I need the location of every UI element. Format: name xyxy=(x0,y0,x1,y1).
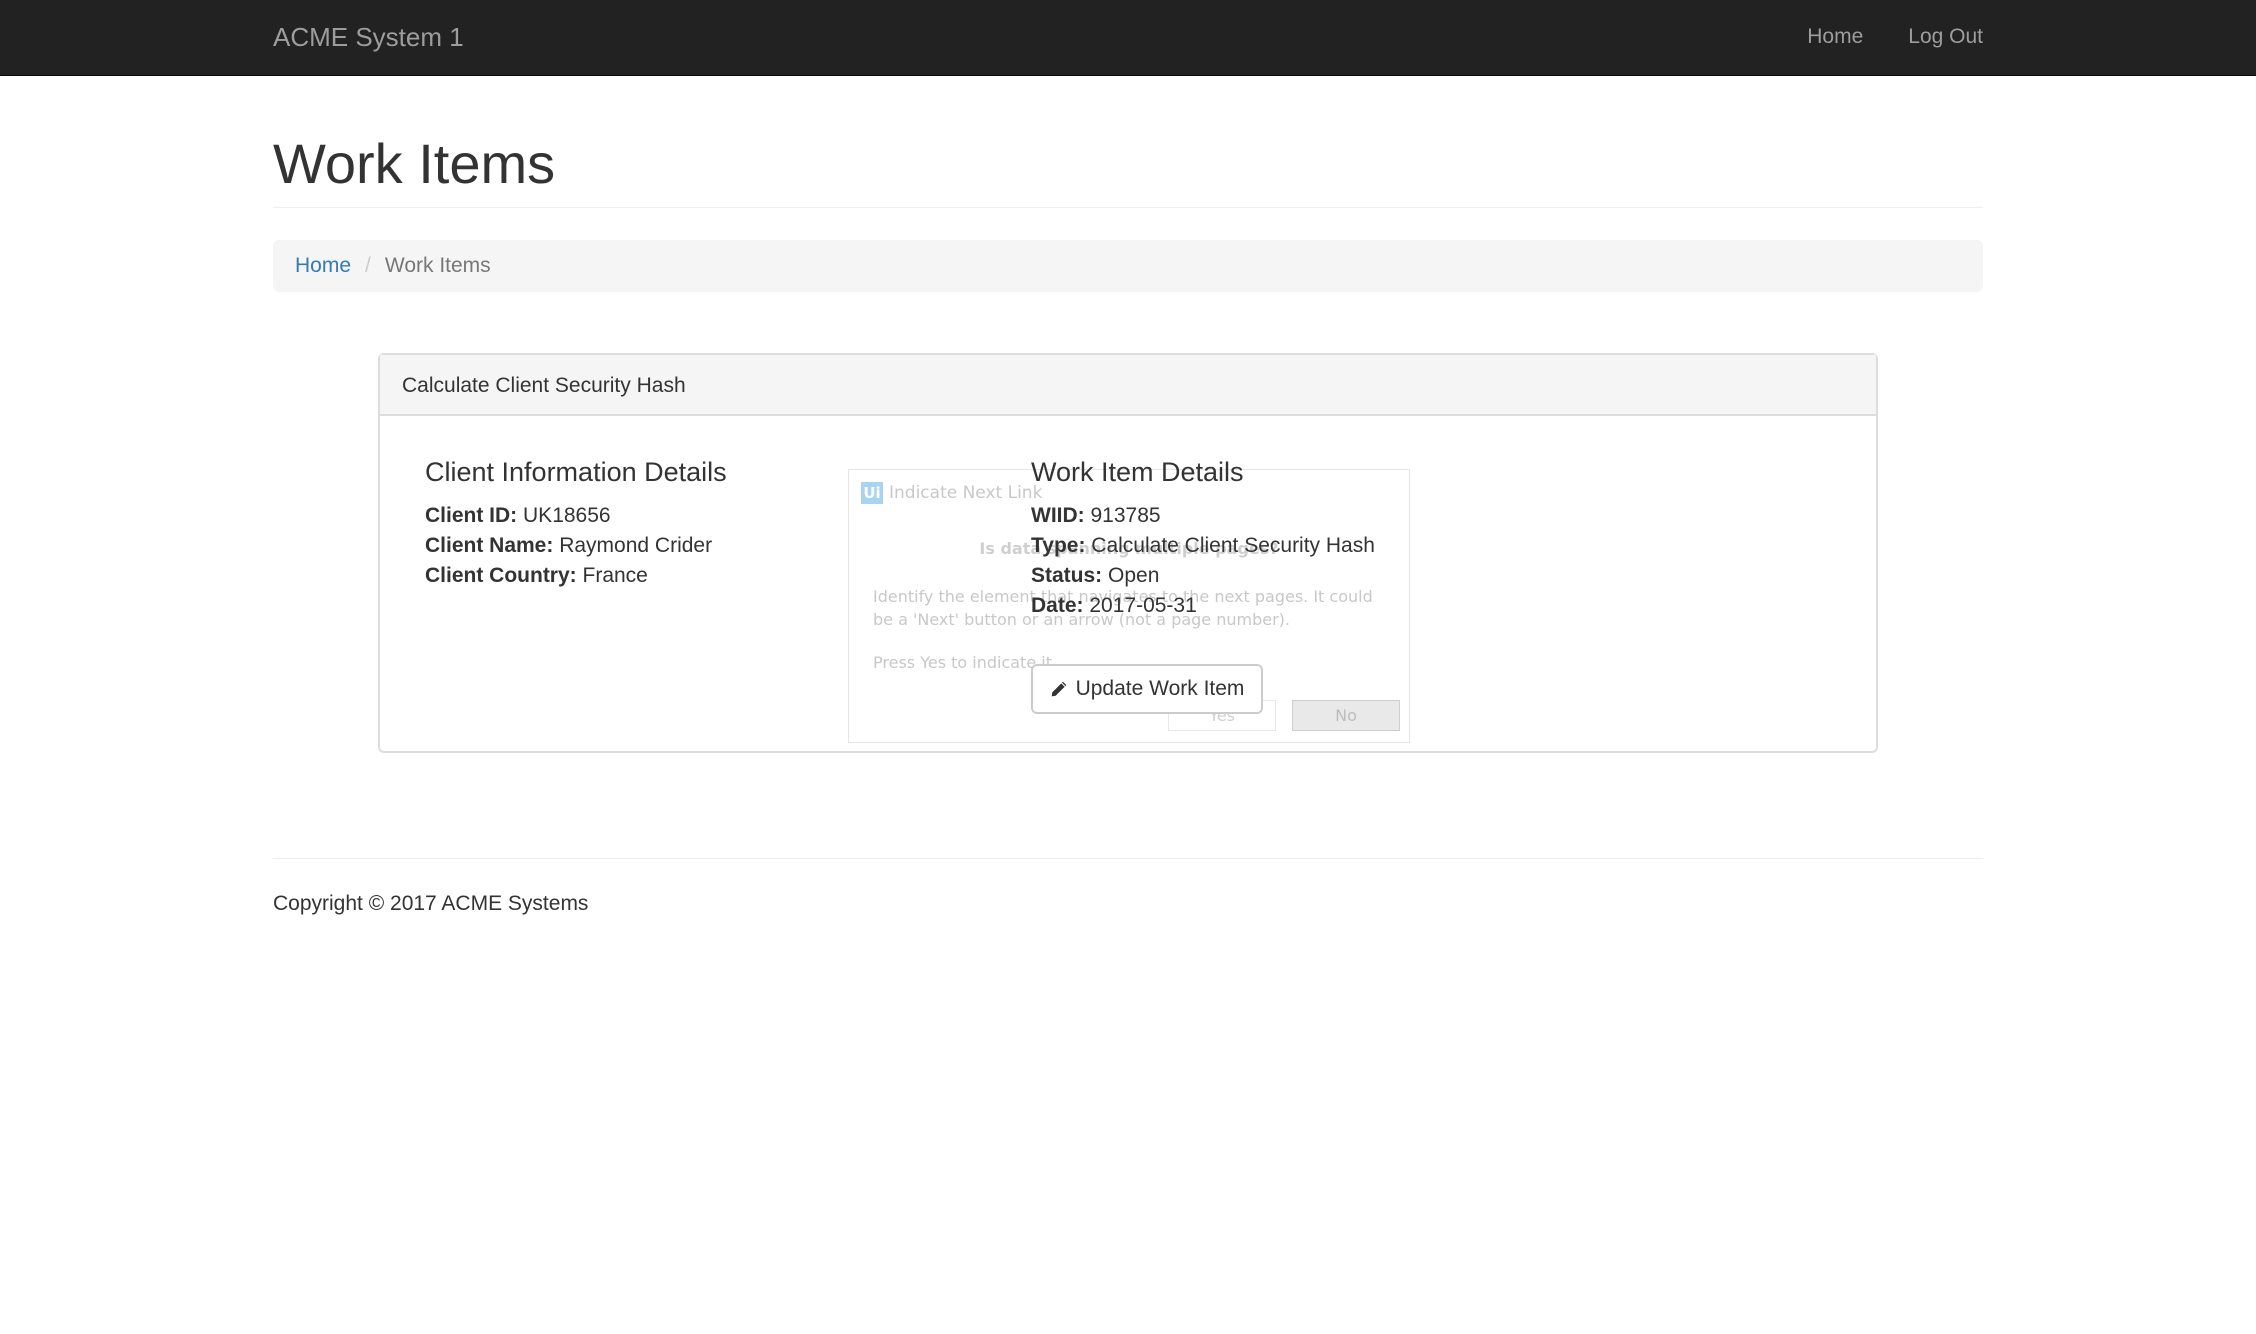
client-country-row: Client Country: France xyxy=(425,561,648,591)
update-work-item-label: Update Work Item xyxy=(1075,677,1245,700)
work-item-details-title: Work Item Details xyxy=(1031,457,1244,487)
client-name-label: Client Name: xyxy=(425,534,554,557)
top-navbar: ACME System 1 Home Log Out xyxy=(0,0,2256,76)
type-row: Type: Calculate Client Security Hash xyxy=(1031,531,1375,561)
panel-heading: Calculate Client Security Hash xyxy=(380,355,1876,416)
client-country-value: France xyxy=(582,564,648,587)
type-value: Calculate Client Security Hash xyxy=(1091,534,1375,557)
brand-link[interactable]: ACME System 1 xyxy=(273,22,464,53)
client-id-row: Client ID: UK18656 xyxy=(425,501,611,531)
breadcrumb: Home / Work Items xyxy=(273,240,1983,292)
client-id-label: Client ID: xyxy=(425,504,518,527)
client-name-value: Raymond Crider xyxy=(559,534,713,557)
nav-logout-link[interactable]: Log Out xyxy=(1908,25,1983,49)
work-item-panel: Calculate Client Security Hash Client In… xyxy=(378,353,1878,753)
status-row: Status: Open xyxy=(1031,561,1159,591)
nav-links: Home Log Out xyxy=(1807,25,1983,49)
update-work-item-button[interactable]: Update Work Item xyxy=(1031,664,1263,714)
nav-home-link[interactable]: Home xyxy=(1807,25,1863,49)
dialog-title: Indicate Next Link xyxy=(889,483,1043,503)
client-id-value: UK18656 xyxy=(523,504,611,527)
dialog-no-button[interactable]: No xyxy=(1292,700,1400,731)
dialog-instruction: Press Yes to indicate it. xyxy=(873,653,1058,672)
wiid-value: 913785 xyxy=(1090,504,1161,527)
type-label: Type: xyxy=(1031,534,1086,557)
footer-divider xyxy=(273,858,1983,859)
footer-copyright: Copyright © 2017 ACME Systems xyxy=(273,892,589,915)
title-divider xyxy=(273,207,1983,208)
client-country-label: Client Country: xyxy=(425,564,577,587)
pencil-icon xyxy=(1051,681,1066,697)
breadcrumb-current: Work Items xyxy=(384,254,491,277)
page-title: Work Items xyxy=(273,132,556,195)
date-value: 2017-05-31 xyxy=(1089,594,1197,617)
status-value: Open xyxy=(1108,564,1160,587)
breadcrumb-separator: / xyxy=(365,254,371,277)
client-name-row: Client Name: Raymond Crider xyxy=(425,531,712,561)
status-label: Status: xyxy=(1031,564,1103,587)
uipath-logo-icon: Ui xyxy=(861,482,883,504)
date-label: Date: xyxy=(1031,594,1084,617)
wiid-label: WIID: xyxy=(1031,504,1085,527)
breadcrumb-home-link[interactable]: Home xyxy=(295,254,351,278)
client-info-title: Client Information Details xyxy=(425,457,727,487)
date-row: Date: 2017-05-31 xyxy=(1031,591,1197,621)
wiid-row: WIID: 913785 xyxy=(1031,501,1161,531)
